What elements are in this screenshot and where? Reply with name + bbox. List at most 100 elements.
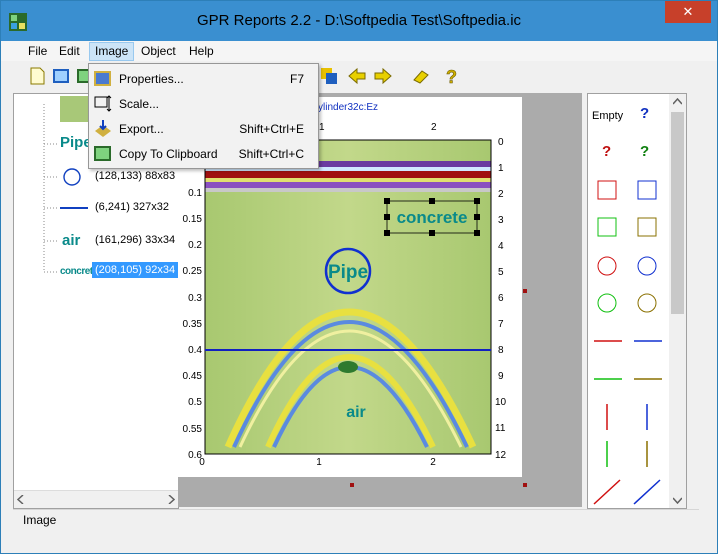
- menu-bar: File Edit Image Object Help: [1, 41, 717, 61]
- blue-diagonal-tool[interactable]: [633, 479, 661, 505]
- page-resize-handle[interactable]: [350, 483, 354, 487]
- new-file-icon[interactable]: [27, 66, 47, 86]
- menu-item-properties[interactable]: Properties... F7: [89, 66, 318, 91]
- tree-item-info-selected: (208,105) 92x34: [92, 262, 179, 278]
- title-bar: GPR Reports 2.2 - D:\Softpedia Test\Soft…: [1, 1, 717, 41]
- status-bar: Image: [13, 509, 699, 530]
- right-tick-label: 10: [495, 397, 507, 408]
- help-icon[interactable]: ?: [441, 66, 461, 86]
- palette-red-question-icon[interactable]: ?: [602, 143, 611, 160]
- right-tick-label: 8: [498, 345, 504, 356]
- menu-file[interactable]: File: [23, 43, 52, 60]
- olive-rectangle-tool[interactable]: [637, 217, 657, 237]
- plot-title: ylinder32c:Ez: [318, 102, 378, 113]
- palette-empty-label[interactable]: Empty: [592, 110, 623, 122]
- page-resize-handle[interactable]: [523, 289, 527, 293]
- resize-handle[interactable]: [384, 230, 390, 236]
- resize-handle[interactable]: [474, 198, 480, 204]
- right-tick-label: 2: [498, 189, 504, 200]
- arrow-left-icon[interactable]: [347, 66, 367, 86]
- menu-image[interactable]: Image: [89, 42, 135, 61]
- left-tick-label: 0.6: [188, 450, 202, 461]
- green-rectangle-tool[interactable]: [597, 217, 617, 237]
- tree-horizontal-scrollbar[interactable]: [14, 490, 178, 508]
- green-circle-tool[interactable]: [597, 293, 617, 313]
- left-tick-label: 0.25: [183, 266, 203, 277]
- menu-item-export[interactable]: Export... Shift+Ctrl+E: [89, 116, 318, 141]
- tree-item-circle[interactable]: (128,133) 88x83: [14, 166, 176, 188]
- properties-icon: [94, 71, 111, 86]
- circle-shape-icon: [63, 168, 81, 186]
- tree-item-info: (128,133) 88x83: [95, 170, 176, 182]
- top-tick-label: 2: [431, 122, 437, 133]
- resize-handle[interactable]: [384, 198, 390, 204]
- arrow-right-icon[interactable]: [373, 66, 393, 86]
- right-tick-label: 0: [498, 137, 504, 148]
- concrete-text-annotation[interactable]: concrete: [397, 208, 468, 227]
- tree-item-info: (6,241) 327x32: [95, 201, 169, 213]
- scroll-left-icon[interactable]: [17, 495, 25, 504]
- air-text-annotation[interactable]: air: [346, 404, 366, 421]
- clipboard-icon: [94, 146, 111, 161]
- palette-green-question-icon[interactable]: ?: [640, 143, 649, 160]
- resize-handle[interactable]: [429, 198, 435, 204]
- right-tick-label: 7: [498, 319, 504, 330]
- right-tick-label: 4: [498, 241, 504, 252]
- menu-item-shortcut: F7: [289, 72, 304, 86]
- scroll-up-icon[interactable]: [673, 98, 682, 106]
- blue-rectangle-tool[interactable]: [637, 180, 657, 200]
- tree-item-info: (161,296) 33x34: [95, 234, 176, 246]
- resize-handle[interactable]: [384, 214, 390, 220]
- status-text: Image: [23, 513, 57, 527]
- red-circle-tool[interactable]: [597, 256, 617, 276]
- menu-object[interactable]: Object: [136, 43, 181, 60]
- layer-icon[interactable]: [319, 66, 339, 86]
- bottom-tick-label: 2: [430, 457, 436, 468]
- right-tick-label: 11: [495, 423, 506, 434]
- page-resize-handle[interactable]: [523, 483, 527, 487]
- left-tick-label: 0.45: [183, 371, 203, 382]
- menu-item-label: Export...: [119, 122, 164, 136]
- olive-circle-tool[interactable]: [637, 293, 657, 313]
- palette-vertical-scrollbar[interactable]: [669, 94, 686, 508]
- red-rectangle-tool[interactable]: [597, 180, 617, 200]
- app-window: GPR Reports 2.2 - D:\Softpedia Test\Soft…: [0, 0, 718, 554]
- left-tick-label: 0.1: [188, 188, 202, 199]
- scroll-thumb[interactable]: [671, 112, 684, 314]
- menu-item-copy-to-clipboard[interactable]: Copy To Clipboard Shift+Ctrl+C: [89, 141, 318, 166]
- right-tick-label: 12: [495, 450, 507, 461]
- left-tick-label: 0.4: [188, 345, 202, 356]
- bottom-tick-label: 1: [316, 457, 322, 468]
- blue-circle-tool[interactable]: [637, 256, 657, 276]
- tree-item-concrete[interactable]: concrete (208,105) 92x34: [14, 261, 179, 283]
- close-icon: ✕: [682, 4, 694, 19]
- pipe-text-annotation[interactable]: Pipe: [328, 262, 368, 283]
- scroll-right-icon[interactable]: [167, 495, 175, 504]
- eraser-icon[interactable]: [411, 66, 431, 86]
- right-tick-label: 3: [498, 215, 504, 226]
- shape-palette: Empty ? ? ?: [587, 93, 687, 509]
- menu-help[interactable]: Help: [184, 43, 219, 60]
- right-tick-label: 9: [498, 371, 504, 382]
- left-tick-label: 0.55: [183, 424, 203, 435]
- close-button[interactable]: ✕: [665, 1, 711, 23]
- red-diagonal-tool[interactable]: [593, 479, 621, 505]
- right-tick-label: 5: [498, 267, 504, 278]
- scroll-down-icon[interactable]: [673, 496, 682, 504]
- tree-item-air[interactable]: air (161,296) 33x34: [14, 230, 176, 252]
- menu-item-label: Properties...: [119, 72, 184, 86]
- right-tick-label: 1: [498, 163, 504, 174]
- left-tick-label: 0.35: [183, 319, 203, 330]
- tree-item-line[interactable]: (6,241) 327x32: [14, 197, 174, 219]
- menu-edit[interactable]: Edit: [54, 43, 85, 60]
- top-tick-label: 1: [319, 122, 325, 133]
- resize-handle[interactable]: [474, 214, 480, 220]
- window-title: GPR Reports 2.2 - D:\Softpedia Test\Soft…: [196, 12, 522, 29]
- menu-item-scale[interactable]: Scale...: [89, 91, 318, 116]
- open-image-icon[interactable]: [51, 66, 71, 86]
- resize-handle[interactable]: [474, 230, 480, 236]
- left-tick-label: 0.15: [183, 214, 203, 225]
- resize-handle[interactable]: [429, 230, 435, 236]
- menu-item-label: Scale...: [119, 97, 160, 111]
- palette-blue-question-icon[interactable]: ?: [640, 105, 649, 122]
